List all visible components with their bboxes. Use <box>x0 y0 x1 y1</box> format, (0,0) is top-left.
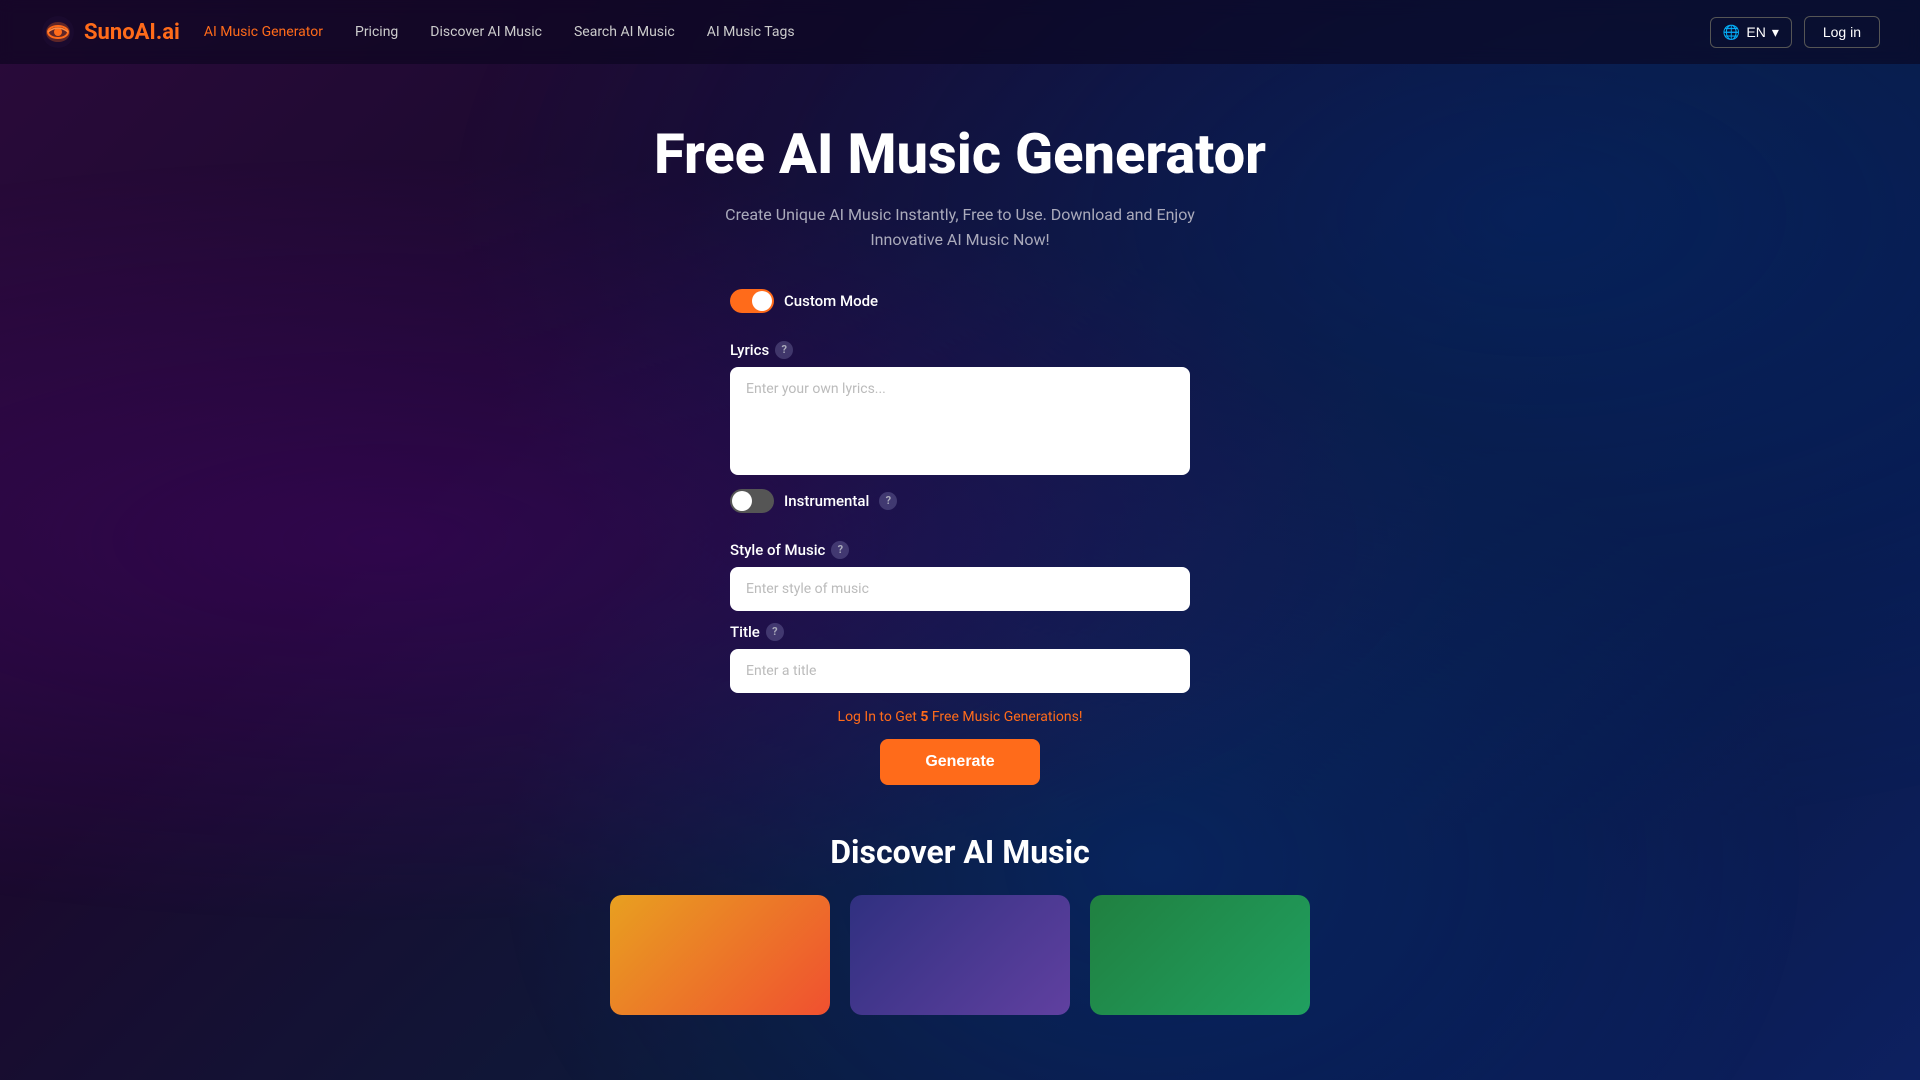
lyrics-label: Lyrics <box>730 341 769 359</box>
nav-link-search[interactable]: Search AI Music <box>574 24 675 40</box>
title-label-row: Title ? <box>730 623 1190 641</box>
promo-login-link[interactable]: Log In to Get <box>838 709 921 725</box>
instrumental-toggle[interactable] <box>730 489 774 513</box>
music-card-1[interactable] <box>610 895 830 1015</box>
custom-mode-label: Custom Mode <box>784 292 878 310</box>
nav-link-ai-music-generator[interactable]: AI Music Generator <box>204 24 323 40</box>
music-card-2[interactable] <box>850 895 1070 1015</box>
main-content: Free AI Music Generator Create Unique AI… <box>0 64 1920 1055</box>
music-form: Custom Mode Lyrics ? Instrumental ? <box>730 289 1190 785</box>
nav-links: AI Music Generator Pricing Discover AI M… <box>204 24 795 40</box>
instrumental-toggle-knob <box>732 491 752 511</box>
custom-mode-row: Custom Mode <box>730 289 1190 313</box>
promo-text: Log In to Get 5 Free Music Generations! <box>730 709 1190 725</box>
page-title: Free AI Music Generator <box>654 124 1266 186</box>
instrumental-label: Instrumental <box>784 492 869 510</box>
title-help-icon[interactable]: ? <box>766 623 784 641</box>
style-label-row: Style of Music ? <box>730 541 1190 559</box>
style-label: Style of Music <box>730 541 825 559</box>
lyrics-input[interactable] <box>730 367 1190 475</box>
nav-link-pricing[interactable]: Pricing <box>355 24 398 40</box>
navbar: SunoAI.ai AI Music Generator Pricing Dis… <box>0 0 1920 64</box>
title-label: Title <box>730 623 760 641</box>
lang-label: EN <box>1746 24 1765 40</box>
nav-link-tags[interactable]: AI Music Tags <box>707 24 795 40</box>
music-cards <box>20 895 1900 1015</box>
nav-right: 🌐 EN ▾ Log in <box>1710 16 1880 48</box>
toggle-track <box>730 289 774 313</box>
language-button[interactable]: 🌐 EN ▾ <box>1710 17 1792 48</box>
title-input[interactable] <box>730 649 1190 693</box>
logo-icon <box>40 14 76 50</box>
style-help-icon[interactable]: ? <box>831 541 849 559</box>
discover-title: Discover AI Music <box>20 833 1900 871</box>
page-subtitle: Create Unique AI Music Instantly, Free t… <box>720 202 1200 253</box>
nav-left: SunoAI.ai AI Music Generator Pricing Dis… <box>40 14 795 50</box>
globe-icon: 🌐 <box>1723 24 1740 41</box>
instrumental-row: Instrumental ? <box>730 489 1190 513</box>
nav-link-discover[interactable]: Discover AI Music <box>430 24 542 40</box>
login-button[interactable]: Log in <box>1804 16 1880 48</box>
instrumental-toggle-track <box>730 489 774 513</box>
lyrics-help-icon[interactable]: ? <box>775 341 793 359</box>
discover-section: Discover AI Music <box>20 833 1900 1015</box>
style-input[interactable] <box>730 567 1190 611</box>
promo-suffix: Free Music Generations! <box>928 709 1082 725</box>
chevron-down-icon: ▾ <box>1772 24 1779 41</box>
custom-mode-toggle[interactable] <box>730 289 774 313</box>
instrumental-help-icon[interactable]: ? <box>879 492 897 510</box>
toggle-knob <box>752 291 772 311</box>
lyrics-label-row: Lyrics ? <box>730 341 1190 359</box>
logo-area[interactable]: SunoAI.ai <box>40 14 180 50</box>
music-card-3[interactable] <box>1090 895 1310 1015</box>
logo-text: SunoAI.ai <box>84 20 180 45</box>
generate-button[interactable]: Generate <box>880 739 1040 785</box>
